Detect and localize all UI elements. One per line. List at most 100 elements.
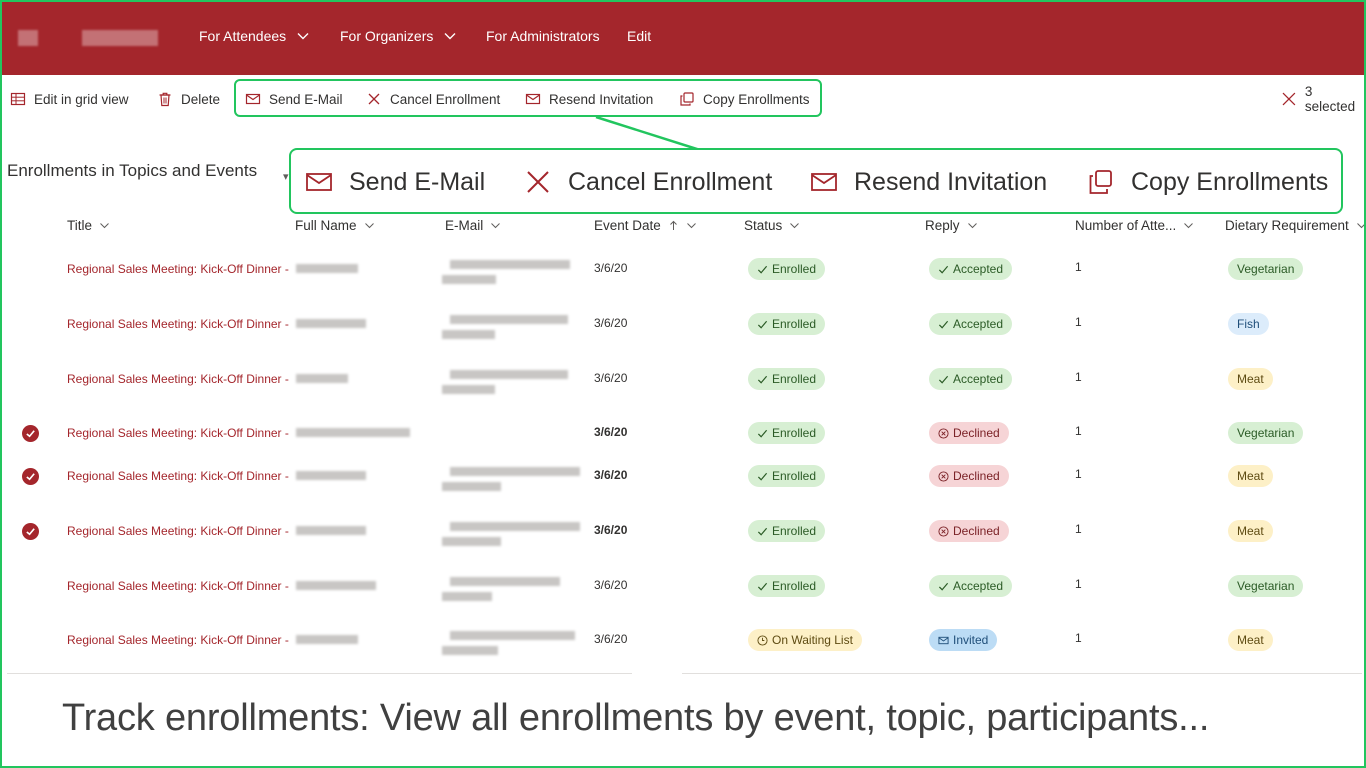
row-title-link[interactable]: Regional Sales Meeting: Kick-Off Dinner … (67, 426, 289, 440)
event-date: 3/6/20 (594, 371, 628, 385)
chevron-down-icon (491, 223, 501, 229)
row-title-link[interactable]: Regional Sales Meeting: Kick-Off Dinner … (67, 524, 289, 538)
list-title[interactable]: Enrollments in Topics and Events (7, 161, 257, 181)
column-header-email[interactable]: E-Mail (445, 218, 501, 233)
dietary-label: Vegetarian (1237, 262, 1295, 276)
checkmark-icon (757, 320, 768, 329)
full-name-redacted (296, 526, 366, 535)
cancel-enrollment-button[interactable]: Cancel Enrollment (366, 88, 500, 110)
cancel-circle-icon (938, 427, 949, 439)
attendee-count: 1 (1075, 315, 1082, 329)
nav-label: Edit (627, 28, 652, 44)
column-header-title[interactable]: Title (67, 218, 110, 233)
row-selected-checkmark[interactable] (22, 425, 39, 442)
dietary-label: Meat (1237, 469, 1264, 483)
close-icon (368, 93, 380, 105)
full-name-redacted (296, 319, 366, 328)
dietary-badge: Meat (1228, 520, 1273, 542)
chevron-down-icon (686, 223, 696, 229)
row-selected-checkmark[interactable] (22, 523, 39, 540)
checkmark-icon (757, 472, 768, 481)
resend-invitation-button[interactable]: Resend Invitation (525, 88, 653, 110)
row-title-link[interactable]: Regional Sales Meeting: Kick-Off Dinner … (67, 372, 289, 386)
attendee-count: 1 (1075, 522, 1082, 536)
reply-label: Accepted (953, 317, 1004, 331)
status-label: Enrolled (772, 469, 817, 483)
full-name-redacted (296, 635, 358, 644)
chevron-down-icon (364, 223, 374, 229)
dietary-badge: Fish (1228, 313, 1269, 335)
reply-label: Accepted (953, 579, 1004, 593)
nav-for-administrators[interactable]: For Administrators (486, 28, 600, 44)
dietary-label: Meat (1237, 372, 1264, 386)
copy-icon (1089, 170, 1112, 194)
mail-icon (525, 93, 541, 105)
delete-button[interactable]: Delete (157, 88, 220, 110)
checkmark-icon (757, 375, 768, 384)
attendee-count: 1 (1075, 260, 1082, 274)
clock-icon (757, 634, 768, 646)
reply-label: Declined (953, 524, 1000, 538)
dietary-label: Fish (1237, 317, 1260, 331)
zoom-label: Resend Invitation (854, 167, 1048, 196)
status-label: Enrolled (772, 524, 817, 538)
row-selected-checkmark[interactable] (22, 468, 39, 485)
zoom-label: Send E-Mail (349, 167, 486, 196)
row-title-link[interactable]: Regional Sales Meeting: Kick-Off Dinner … (67, 579, 289, 593)
nav-for-organizers[interactable]: For Organizers (340, 28, 457, 44)
event-date: 3/6/20 (594, 578, 628, 592)
row-title-link[interactable]: Regional Sales Meeting: Kick-Off Dinner … (67, 633, 289, 647)
zoom-resend-invitation: Resend Invitation (810, 166, 1047, 198)
chevron-down-icon[interactable]: ▾ (283, 170, 289, 183)
cancel-circle-icon (938, 525, 949, 537)
attendee-count: 1 (1075, 577, 1082, 591)
checkmark-icon (938, 375, 949, 384)
dietary-label: Vegetarian (1237, 579, 1295, 593)
mail-icon (938, 636, 949, 644)
clear-selection-button[interactable]: 3 selected (1281, 84, 1366, 114)
status-label: Enrolled (772, 262, 817, 276)
column-header-reply[interactable]: Reply (925, 218, 978, 233)
status-label: Enrolled (772, 426, 817, 440)
copy-enrollments-button[interactable]: Copy Enrollments (679, 88, 810, 110)
email-redacted (450, 467, 580, 476)
site-logo[interactable] (18, 30, 38, 46)
reply-label: Declined (953, 469, 1000, 483)
column-label: Event Date (594, 218, 661, 233)
event-date: 3/6/20 (594, 632, 628, 646)
dietary-badge: Meat (1228, 629, 1273, 651)
column-label: Status (744, 218, 783, 233)
nav-for-attendees[interactable]: For Attendees (199, 28, 310, 44)
status-badge: Enrolled (748, 368, 826, 390)
column-header-attendees[interactable]: Number of Atte... (1075, 218, 1194, 233)
chevron-down-icon (297, 33, 309, 40)
site-title[interactable] (82, 30, 158, 46)
checkmark-icon (938, 320, 949, 329)
nav-label: For Organizers (340, 28, 434, 44)
attendee-count: 1 (1075, 631, 1082, 645)
row-title-link[interactable]: Regional Sales Meeting: Kick-Off Dinner … (67, 469, 289, 483)
checkmark-icon (938, 265, 949, 274)
email-redacted (442, 275, 496, 284)
column-header-event-date[interactable]: Event Date (594, 218, 697, 233)
command-label: Cancel Enrollment (390, 91, 501, 107)
sort-ascending-icon (669, 220, 677, 230)
checkmark-icon (938, 582, 949, 591)
reply-label: Accepted (953, 372, 1004, 386)
nav-edit[interactable]: Edit (627, 28, 651, 44)
event-date: 3/6/20 (594, 523, 628, 537)
dietary-badge: Vegetarian (1228, 422, 1304, 444)
column-header-full-name[interactable]: Full Name (295, 218, 375, 233)
reply-badge: Accepted (929, 575, 1013, 597)
send-email-button[interactable]: Send E-Mail (245, 88, 343, 110)
mail-icon (245, 93, 261, 105)
column-label: Full Name (295, 218, 357, 233)
column-header-status[interactable]: Status (744, 218, 800, 233)
row-title-link[interactable]: Regional Sales Meeting: Kick-Off Dinner … (67, 317, 289, 331)
column-header-dietary[interactable]: Dietary Requirement (1225, 218, 1366, 233)
trash-icon (159, 92, 171, 107)
row-title-link[interactable]: Regional Sales Meeting: Kick-Off Dinner … (67, 262, 289, 276)
column-label: Dietary Requirement (1225, 218, 1349, 233)
edit-grid-view-button[interactable]: Edit in grid view (10, 88, 129, 110)
email-redacted (450, 260, 570, 269)
